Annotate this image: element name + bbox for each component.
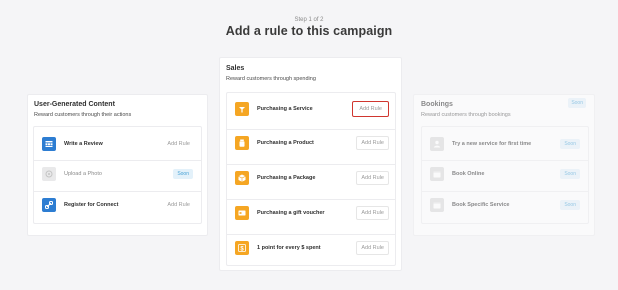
rule-row-purchasing-product: Purchasing a Product Add Rule (227, 129, 395, 156)
rule-list: Try a new service for first time Soon Bo… (421, 126, 589, 224)
page-title: Add a rule to this campaign (225, 24, 393, 38)
rule-label: Register for Connect (64, 202, 119, 208)
rule-label: Book Specific Service (452, 202, 510, 208)
soon-badge: Soon (560, 138, 580, 149)
column-subtitle: Reward customers through spending (226, 76, 316, 82)
review-icon (42, 136, 56, 151)
product-icon (235, 136, 249, 150)
voucher-icon (235, 206, 249, 220)
rule-label: Try a new service for first time (452, 140, 532, 147)
rule-row-write-review: Write a Review Add Rule (34, 130, 201, 157)
rule-row-upload-photo: Upload a Photo Soon (34, 160, 201, 187)
soon-badge: Soon (560, 169, 580, 179)
column-user-generated-content: User-Generated Content Reward customers … (27, 94, 208, 236)
rule-row-points-per-dollar: $ 1 point for every $ spent Add Rule (227, 234, 395, 261)
rule-row-book-specific-service: Book Specific Service Soon (422, 191, 588, 218)
rule-label: Purchasing a Product (257, 140, 314, 146)
add-rule-button[interactable]: Add Rule (356, 136, 389, 150)
calendar-icon (430, 198, 444, 212)
rule-row-book-online: Book Online Soon (422, 160, 588, 187)
user-icon (430, 136, 444, 151)
rule-label: Write a Review (64, 140, 103, 147)
rule-label: Book Online (452, 171, 485, 177)
add-rule-button[interactable]: Add Rule (356, 206, 389, 220)
photo-icon (42, 167, 56, 181)
add-rule-button[interactable]: Add Rule (356, 171, 389, 185)
rule-label: Purchasing a Service (257, 105, 313, 112)
rule-list: Purchasing a Service Add Rule Purchasing… (226, 92, 396, 266)
add-rule-button[interactable]: Add Rule (356, 241, 389, 255)
add-rule-button[interactable]: Add Rule (162, 198, 195, 212)
dollar-icon: $ (235, 241, 249, 255)
column-subtitle: Reward customers through their actions (34, 112, 132, 118)
calendar-icon (430, 167, 444, 181)
link-icon (42, 198, 56, 212)
add-rule-button[interactable]: Add Rule (162, 136, 195, 151)
rule-row-purchasing-package: Purchasing a Package Add Rule (227, 164, 395, 191)
column-subtitle: Reward customers through bookings (421, 112, 511, 118)
column-title: Sales (226, 65, 245, 72)
rule-row-purchasing-gift-voucher: Purchasing a gift voucher Add Rule (227, 199, 395, 226)
column-bookings: Bookings Reward customers through bookin… (413, 94, 595, 236)
step-label: Step 1 of 2 (294, 17, 324, 23)
rule-label: Purchasing a gift voucher (257, 210, 325, 216)
service-icon (235, 101, 249, 116)
column-title: Bookings (421, 101, 453, 108)
soon-badge: Soon (568, 98, 586, 108)
add-rule-button[interactable]: Add Rule (352, 100, 389, 117)
package-icon (235, 171, 249, 185)
rule-list: Write a Review Add Rule Upload a Photo S… (33, 126, 202, 224)
soon-badge: Soon (173, 169, 193, 179)
column-sales: Sales Reward customers through spending … (219, 57, 402, 271)
rule-row-purchasing-service: Purchasing a Service Add Rule (227, 95, 395, 122)
column-title: User-Generated Content (34, 101, 115, 108)
rule-label: Upload a Photo (64, 171, 102, 177)
soon-badge: Soon (560, 200, 580, 210)
rule-label: Purchasing a Package (257, 175, 316, 181)
rule-row-register-connect: Register for Connect Add Rule (34, 191, 201, 218)
rule-row-try-new-service: Try a new service for first time Soon (422, 130, 588, 157)
rule-label: 1 point for every $ spent (257, 245, 321, 251)
